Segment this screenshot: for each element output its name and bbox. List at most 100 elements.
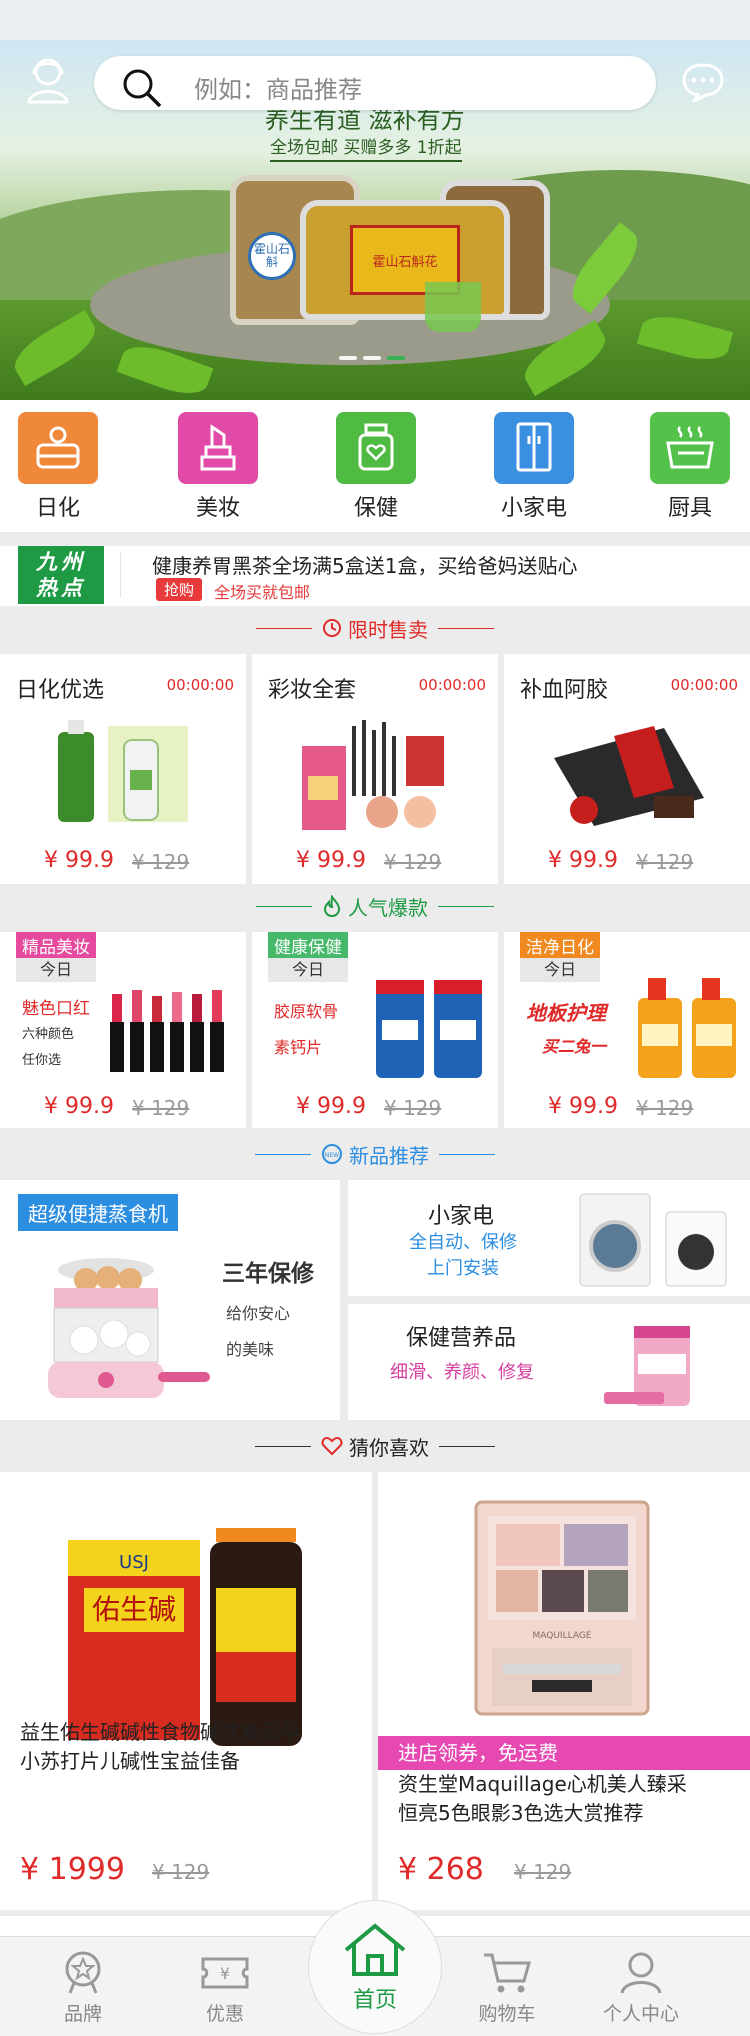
popular-card[interactable]: 洁净日化 今日 地板护理 买二兔一 ¥ 99.9 ¥ 129 <box>504 932 750 1128</box>
promo-text: 魅色口红 六种颜色 任你选 <box>22 996 90 1074</box>
section-title-flash-sale: 限时售卖 <box>0 608 750 648</box>
lipstick-icon <box>178 412 258 484</box>
promo-line: 六种颜色 <box>22 1027 75 1042</box>
sale-price: ¥ 99.9 <box>548 1094 618 1119</box>
sale-price: ¥ 99.9 <box>548 848 618 873</box>
tab-cart[interactable]: 购物车 <box>452 1951 562 2026</box>
new-product-supplement[interactable]: 保健营养品 细滑、养颜、修复 <box>348 1304 750 1420</box>
coupon-banner[interactable]: 进店领券，免运费 <box>378 1736 750 1770</box>
message-icon[interactable] <box>682 62 724 102</box>
product-image <box>110 990 224 1072</box>
promo-line: 三年保修 <box>222 1260 314 1287</box>
section-title-text: 猜你喜欢 <box>349 1435 429 1460</box>
original-price: ¥ 129 <box>636 1096 694 1120</box>
hot-news-subtitle: 全场买就包邮 <box>214 583 311 602</box>
recommend-card[interactable]: 佑生碱 USJ 益生佑生碱碱性食物碱性食品孕 小苏打片儿碱性宝益佳备 ¥ 199… <box>0 1472 372 1910</box>
title-line: 资生堂Maquillage心机美人臻采 <box>398 1772 687 1796</box>
promo-line: 地板护理 <box>526 1001 606 1025</box>
category-health[interactable]: 保健 <box>326 412 426 522</box>
coupon-icon: ¥ <box>201 1957 249 1989</box>
promo-line: 的美味 <box>226 1340 275 1359</box>
section-title-content: 猜你喜欢 <box>321 1432 429 1461</box>
product-image <box>638 978 736 1078</box>
cart-icon <box>484 1953 531 1993</box>
divider <box>120 552 121 598</box>
hot-news-badge: 九州 热点 <box>18 546 104 604</box>
banner-seal: 霍山石斛 <box>248 232 296 280</box>
popular-tag: 洁净日化 <box>520 932 600 959</box>
countdown: 00:00:00 <box>166 676 234 694</box>
new-product-appliance[interactable]: 小家电 全自动、保修 上门安装 <box>348 1180 750 1296</box>
hot-news-title[interactable]: 健康养胃黑茶全场满5盒送1盒，买给爸妈送贴心 <box>152 550 577 579</box>
category-makeup[interactable]: 美妆 <box>168 412 268 522</box>
popular-tag: 健康保健 <box>268 932 348 959</box>
carousel-dots[interactable] <box>339 356 405 360</box>
today-label: 今日 <box>16 958 96 982</box>
product-image <box>604 1326 690 1406</box>
divider <box>438 905 494 907</box>
steamer-promo: 三年保修 给你安心 的美味 <box>222 1254 314 1360</box>
divider <box>439 1153 495 1155</box>
divider <box>439 1445 495 1447</box>
sale-price: ¥ 1999 <box>20 1852 125 1887</box>
new-product-subtitle: 细滑、养颜、修复 <box>390 1362 534 1383</box>
product-image <box>302 720 444 830</box>
tab-profile[interactable]: 个人中心 <box>586 1951 696 2026</box>
search-bar[interactable]: 例如：商品推荐 <box>94 56 656 110</box>
new-product-title: 小家电 <box>428 1204 495 1229</box>
carousel-dot-active[interactable] <box>387 356 405 360</box>
divider <box>256 905 312 907</box>
sale-price: ¥ 268 <box>398 1852 484 1887</box>
tab-coupon[interactable]: ¥ 优惠 <box>170 1951 280 2026</box>
heart-icon <box>321 1436 343 1456</box>
section-title-new: NEW 新品推荐 <box>0 1134 750 1174</box>
category-cookware[interactable]: 厨具 <box>640 412 740 522</box>
product-name: 补血阿胶 <box>520 678 609 703</box>
health-jar-icon <box>336 412 416 484</box>
countdown: 00:00:00 <box>670 676 738 694</box>
category-nav: 日化 美妆 保健 小家电 厨具 <box>0 400 750 532</box>
promo-line: 素钙片 <box>274 1038 323 1057</box>
tab-home[interactable]: 首页 <box>316 1922 434 2014</box>
new-product-title: 保健营养品 <box>406 1326 517 1351</box>
category-small-appliance[interactable]: 小家电 <box>484 412 584 522</box>
product-image <box>48 1258 210 1398</box>
clock-icon <box>323 619 341 637</box>
today-label: 今日 <box>268 958 348 982</box>
tab-label: 个人中心 <box>602 2003 679 2025</box>
product-image <box>376 980 482 1078</box>
recommend-card[interactable]: MAQUILLAGE 进店领券，免运费 资生堂Maquillage心机美人臻采 … <box>378 1472 750 1910</box>
divider <box>255 1153 311 1155</box>
category-label: 厨具 <box>667 496 712 521</box>
promo-line: 给你安心 <box>226 1304 291 1323</box>
svg-text:¥: ¥ <box>220 1964 230 1983</box>
promo-line: 魅色口红 <box>22 999 90 1019</box>
product-name: 彩妆全套 <box>268 678 357 703</box>
promo-line: 胶原软骨 <box>274 1002 339 1021</box>
carousel-dot[interactable] <box>339 356 357 360</box>
flash-sale-card[interactable]: 彩妆全套 00:00:00 ¥ 99.9 ¥ 129 <box>252 654 498 884</box>
new-product-tag: 超级便捷蒸食机 <box>18 1194 178 1231</box>
divider <box>438 627 494 629</box>
popular-card[interactable]: 精品美妆 今日 魅色口红 六种颜色 任你选 ¥ 99.9 ¥ 129 <box>0 932 246 1128</box>
hot-news-bar[interactable]: 九州 热点 健康养胃黑茶全场满5盒送1盒，买给爸妈送贴心 抢购 全场买就包邮 <box>0 546 750 606</box>
category-daily-care[interactable]: 日化 <box>8 412 108 522</box>
flash-sale-card[interactable]: 补血阿胶 00:00:00 ¥ 99.9 ¥ 129 <box>504 654 750 884</box>
brand-icon <box>65 1951 101 1994</box>
tab-brand[interactable]: 品牌 <box>28 1951 138 2026</box>
original-price: ¥ 129 <box>384 850 442 874</box>
search-placeholder[interactable]: 例如：商品推荐 <box>194 70 362 105</box>
title-line: 恒亮5色眼影3色选大赏推荐 <box>398 1801 644 1825</box>
flash-sale-card[interactable]: 日化优选 00:00:00 ¥ 99.9 ¥ 129 <box>0 654 246 884</box>
new-product-steamer[interactable]: 超级便捷蒸食机 三年保修 给你安心 的美味 <box>0 1180 340 1420</box>
carousel-dot[interactable] <box>363 356 381 360</box>
popular-card[interactable]: 健康保健 今日 胶原软骨 素钙片 ¥ 99.9 ¥ 129 <box>252 932 498 1128</box>
category-label: 小家电 <box>500 496 567 521</box>
product-image: MAQUILLAGE <box>474 1500 650 1716</box>
countdown: 00:00:00 <box>418 676 486 694</box>
section-title-guess: 猜你喜欢 <box>0 1426 750 1466</box>
user-icon[interactable] <box>26 56 70 104</box>
section-title-content: 限时售卖 <box>322 614 428 643</box>
category-label: 日化 <box>35 496 80 521</box>
hot-badge-line: 热点 <box>36 575 86 600</box>
